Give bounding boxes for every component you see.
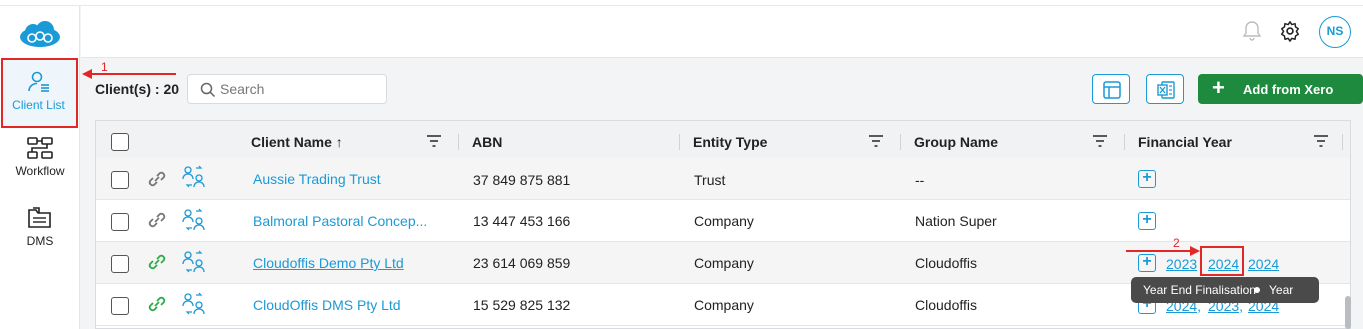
annotation-step-2: 2 xyxy=(1173,236,1180,250)
contacts-sync-icon[interactable] xyxy=(181,292,207,316)
columns-icon xyxy=(1103,81,1121,99)
row-checkbox[interactable] xyxy=(111,297,129,315)
top-header: NS xyxy=(81,6,1363,58)
table-header: Client Name ↑ ABN Entity Type Group Name… xyxy=(96,121,1350,163)
client-name-link[interactable]: Aussie Trading Trust xyxy=(253,171,381,187)
sidebar-item-label: DMS xyxy=(26,234,54,248)
client-name-link[interactable]: Cloudoffis Demo Pty Ltd xyxy=(253,255,404,271)
user-avatar[interactable]: NS xyxy=(1319,16,1351,48)
search-box[interactable] xyxy=(187,74,387,104)
link-active-icon[interactable] xyxy=(146,294,168,314)
client-count: Client(s) : 20 xyxy=(95,81,180,97)
table-row[interactable]: Balmoral Pastoral Concep... 13 447 453 1… xyxy=(96,200,1350,242)
link-icon[interactable] xyxy=(146,169,168,189)
annotation-arrow-1 xyxy=(82,69,176,79)
financial-year-link[interactable]: 2024 xyxy=(1248,256,1279,272)
select-all-checkbox[interactable] xyxy=(111,133,129,151)
client-name-link[interactable]: CloudOffis DMS Pty Ltd xyxy=(253,297,401,313)
abn-cell: 13 447 453 166 xyxy=(473,213,571,229)
filter-icon[interactable] xyxy=(427,135,441,147)
client-name-link[interactable]: Balmoral Pastoral Concep... xyxy=(253,213,427,229)
column-settings-button[interactable] xyxy=(1092,74,1130,104)
entity-type-cell: Company xyxy=(694,297,754,313)
sidebar-item-workflow[interactable]: Workflow xyxy=(0,136,80,178)
column-divider xyxy=(679,134,680,150)
tooltip-separator-dot xyxy=(1254,287,1260,293)
column-header-client-name[interactable]: Client Name ↑ xyxy=(251,134,343,150)
plus-icon: + xyxy=(1212,75,1225,100)
column-divider xyxy=(900,134,901,150)
entity-type-cell: Company xyxy=(694,213,754,229)
tooltip-label: Year xyxy=(1269,283,1294,297)
sidebar-item-dms[interactable]: DMS xyxy=(0,206,80,248)
add-from-xero-button[interactable]: + Add from Xero xyxy=(1198,74,1363,104)
excel-icon xyxy=(1157,81,1175,99)
tooltip-label: Year End Finalisation xyxy=(1143,283,1256,297)
group-name-cell: Cloudoffis xyxy=(915,255,978,271)
contacts-sync-icon[interactable] xyxy=(181,208,207,232)
search-icon xyxy=(200,82,216,98)
filter-icon[interactable] xyxy=(869,135,883,147)
annotation-step-1: 1 xyxy=(101,60,108,74)
column-header-group-name[interactable]: Group Name xyxy=(914,134,998,150)
annotation-arrow-2 xyxy=(1126,246,1200,256)
sidebar: Client List Workflow DMS xyxy=(0,6,80,329)
column-header-entity-type[interactable]: Entity Type xyxy=(693,134,767,150)
sidebar-item-label: Workflow xyxy=(15,164,65,178)
abn-cell: 23 614 069 859 xyxy=(473,255,571,271)
tooltip: Year End Finalisation Year xyxy=(1131,277,1319,303)
column-divider xyxy=(1342,134,1343,150)
abn-cell: 37 849 875 881 xyxy=(473,172,571,188)
add-from-xero-label: Add from Xero xyxy=(1243,82,1334,97)
add-year-button[interactable]: + xyxy=(1138,170,1156,188)
add-year-button[interactable]: + xyxy=(1138,212,1156,230)
link-icon[interactable] xyxy=(146,210,168,230)
cloudoffis-logo xyxy=(20,21,60,47)
group-name-cell: Cloudoffis xyxy=(915,297,978,313)
dms-folder-icon xyxy=(28,207,51,228)
filter-icon[interactable] xyxy=(1314,135,1328,147)
sidebar-item-client-list[interactable]: Client List xyxy=(0,58,80,128)
annotation-highlight-box xyxy=(1200,246,1244,276)
gear-icon[interactable] xyxy=(1279,20,1301,42)
workflow-icon xyxy=(27,137,53,159)
vertical-scrollbar[interactable] xyxy=(1345,296,1351,329)
entity-type-cell: Company xyxy=(694,255,754,271)
client-list-icon xyxy=(27,71,49,92)
group-name-cell: Nation Super xyxy=(915,213,997,229)
row-checkbox[interactable] xyxy=(111,171,129,189)
entity-type-cell: Trust xyxy=(694,172,726,188)
abn-cell: 15 529 825 132 xyxy=(473,297,571,313)
row-checkbox[interactable] xyxy=(111,213,129,231)
row-checkbox[interactable] xyxy=(111,255,129,273)
link-active-icon[interactable] xyxy=(146,252,168,272)
column-divider xyxy=(1124,134,1125,150)
table-row[interactable]: Aussie Trading Trust 37 849 875 881 Trus… xyxy=(96,158,1350,200)
filter-icon[interactable] xyxy=(1093,135,1107,147)
column-divider xyxy=(458,134,459,150)
column-header-financial-year[interactable]: Financial Year xyxy=(1138,134,1232,150)
contacts-sync-icon[interactable] xyxy=(181,250,207,274)
bell-icon[interactable] xyxy=(1242,20,1262,42)
export-excel-button[interactable] xyxy=(1146,74,1184,104)
column-header-abn[interactable]: ABN xyxy=(472,134,502,150)
financial-year-link[interactable]: 2023 xyxy=(1166,256,1197,272)
group-name-cell: -- xyxy=(915,172,925,188)
contacts-sync-icon[interactable] xyxy=(181,165,207,189)
sidebar-item-label: Client List xyxy=(12,98,65,112)
search-input[interactable] xyxy=(220,79,380,99)
